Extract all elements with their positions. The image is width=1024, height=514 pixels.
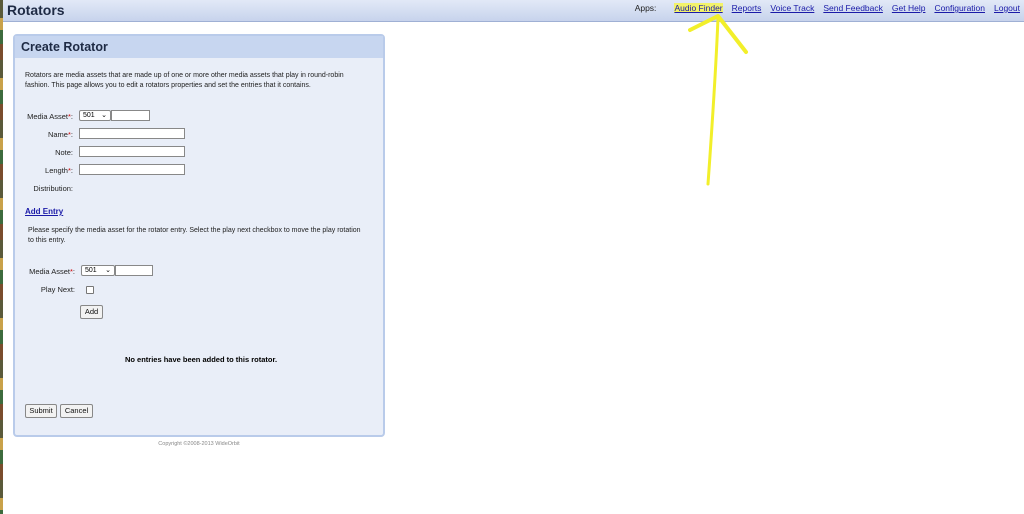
entry-media-asset-label: Media Asset*: — [29, 267, 75, 276]
play-next-checkbox[interactable] — [86, 286, 94, 294]
top-bar: Rotators Apps: Audio Finder Reports Voic… — [3, 0, 1024, 22]
note-input[interactable] — [79, 146, 185, 157]
adjacent-window-strip — [0, 0, 3, 514]
create-rotator-panel: Create Rotator Rotators are media assets… — [13, 34, 385, 437]
entry-help-text: Please specify the media asset for the r… — [28, 227, 361, 244]
page-title: Rotators — [7, 2, 65, 18]
media-asset-label: Media Asset*: — [27, 112, 73, 121]
entry-media-asset-select[interactable]: 501 ⌄ — [81, 265, 115, 276]
yellow-arrow-annotation — [688, 14, 748, 186]
chevron-down-icon: ⌄ — [101, 112, 107, 119]
add-button[interactable]: Add — [80, 305, 103, 319]
note-label: Note: — [55, 148, 73, 157]
apps-label: Apps: — [634, 3, 657, 13]
cancel-button[interactable]: Cancel — [60, 404, 93, 418]
play-next-label: Play Next: — [40, 285, 75, 294]
length-input[interactable] — [79, 164, 185, 175]
copyright-footer: Copyright ©2008-2013 WideOrbit — [158, 441, 240, 447]
entry-media-asset-input[interactable] — [115, 265, 153, 276]
intro-text: Rotators are media assets that are made … — [25, 72, 344, 89]
name-label: Name*: — [47, 130, 73, 139]
distribution-label: Distribution: — [33, 184, 73, 193]
nav-link-voice-track[interactable]: Voice Track — [770, 3, 814, 13]
nav-link-send-feedback[interactable]: Send Feedback — [823, 3, 883, 13]
add-entry-link[interactable]: Add Entry — [25, 207, 63, 216]
name-input[interactable] — [79, 128, 185, 139]
length-label: Length*: — [45, 166, 73, 175]
nav-link-logout[interactable]: Logout — [994, 3, 1020, 13]
panel-title: Create Rotator — [15, 36, 383, 58]
chevron-down-icon: ⌄ — [105, 267, 111, 274]
empty-entries-message: No entries have been added to this rotat… — [124, 355, 278, 364]
media-asset-input[interactable] — [111, 110, 150, 121]
submit-button[interactable]: Submit — [25, 404, 57, 418]
nav-link-get-help[interactable]: Get Help — [892, 3, 926, 13]
nav-link-configuration[interactable]: Configuration — [934, 3, 985, 13]
media-asset-select[interactable]: 501 ⌄ — [79, 110, 111, 121]
